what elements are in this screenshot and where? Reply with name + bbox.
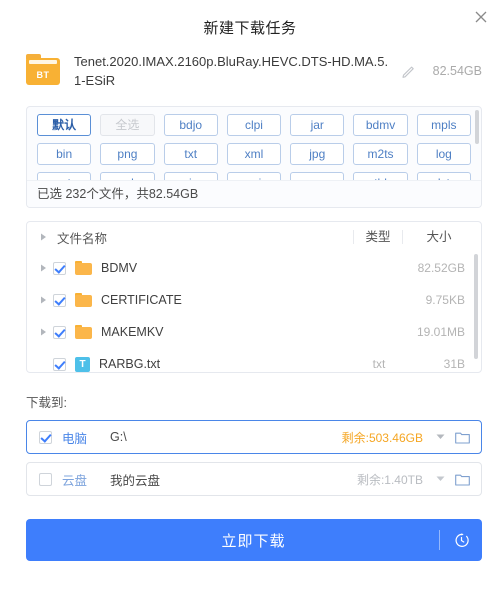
filetype-tags-scrollbar[interactable]: [475, 110, 479, 144]
row-file-name: CERTIFICATE: [101, 293, 182, 307]
filetype-tag-log[interactable]: log: [416, 143, 471, 165]
path-dropdown-button[interactable]: [429, 476, 451, 482]
edit-pencil-button[interactable]: [400, 62, 420, 82]
row-checkbox[interactable]: [53, 357, 66, 371]
row-expand-caret-icon[interactable]: [35, 296, 51, 304]
download-target-cloud[interactable]: 云盘 我的云盘 剩余:1.40TB: [26, 462, 482, 496]
row-file-size: 9.75KB: [425, 293, 465, 307]
column-header-type[interactable]: 类型: [353, 230, 402, 244]
download-path-value: 我的云盘: [110, 473, 161, 488]
filetype-tag-jar[interactable]: jar: [290, 114, 345, 136]
table-row[interactable]: BDMV 82.52GB: [27, 252, 481, 284]
filetype-tag-cci[interactable]: cci: [226, 172, 282, 180]
filetype-tag-crt[interactable]: crt: [37, 172, 92, 180]
table-row[interactable]: T RARBG.txt txt 31B: [27, 348, 481, 372]
filetype-tag-sig[interactable]: sig: [163, 172, 218, 180]
bt-folder-icon: BT: [26, 54, 60, 86]
filetype-tag-jpg[interactable]: jpg: [290, 143, 345, 165]
download-to-label: 下载到:: [26, 396, 67, 410]
download-target-checkbox[interactable]: [39, 472, 52, 486]
filetype-tag-bin[interactable]: bin: [37, 143, 92, 165]
timer-icon: [455, 532, 469, 547]
filetype-tag-m2ts[interactable]: m2ts: [353, 143, 408, 165]
table-row[interactable]: CERTIFICATE 9.75KB: [27, 284, 481, 316]
start-download-label: 立即下载: [221, 532, 286, 550]
filetype-tag-tbl[interactable]: tbl: [353, 172, 408, 180]
chevron-down-icon: [436, 434, 444, 439]
bt-icon-label: BT: [36, 70, 50, 80]
filetype-tags-scroll[interactable]: 默认 全选 bdjo clpi jar bdmv mpls bin png tx…: [27, 107, 481, 180]
task-size: 82.54GB: [432, 64, 482, 78]
chevron-down-icon: [436, 476, 444, 481]
column-header-size[interactable]: 大小: [402, 230, 475, 244]
filetype-tag-row: bin png txt xml jpg m2ts log: [37, 143, 471, 165]
task-name: Tenet.2020.IMAX.2160p.BluRay.HEVC.DTS-HD…: [74, 54, 389, 88]
filetype-tag-default[interactable]: 默认: [37, 114, 92, 136]
filetype-filter-panel: 默认 全选 bdjo clpi jar bdmv mpls bin png tx…: [26, 106, 482, 208]
page-title: 新建下载任务: [203, 20, 297, 37]
filetype-tag-selectall[interactable]: 全选: [100, 114, 155, 136]
download-path-value: G:\: [110, 430, 127, 444]
download-target-kind: 云盘: [62, 473, 88, 488]
download-free-space: 剩余:503.46GB: [341, 430, 423, 445]
download-target-kind: 电脑: [62, 431, 88, 446]
folder-open-icon: [454, 432, 470, 444]
row-checkbox[interactable]: [53, 261, 66, 275]
filetype-tag-cer[interactable]: cer: [290, 172, 345, 180]
folder-open-icon: [454, 474, 470, 486]
txt-file-icon: T: [75, 356, 90, 372]
row-file-name: BDMV: [101, 261, 138, 275]
scheduled-download-button[interactable]: [440, 532, 482, 549]
row-file-name: RARBG.txt: [99, 357, 161, 371]
filetype-tag-png[interactable]: png: [100, 143, 155, 165]
expand-all-caret-icon[interactable]: [35, 233, 51, 241]
filetype-tag-row: crt crl sig cci cer tbl lst: [37, 172, 471, 180]
row-file-size: 82.52GB: [417, 261, 465, 275]
folder-icon: [75, 293, 92, 307]
browse-folder-button[interactable]: [451, 473, 473, 486]
column-header-name[interactable]: 文件名称: [51, 228, 353, 247]
row-checkbox[interactable]: [53, 293, 66, 307]
folder-icon: [75, 325, 92, 339]
filetype-tag-mpls[interactable]: mpls: [416, 114, 471, 136]
download-target-local[interactable]: 电脑 G:\ 剩余:503.46GB: [26, 420, 482, 454]
dialog-titlebar: 新建下载任务: [0, 0, 500, 46]
file-list-scrollbar[interactable]: [474, 254, 478, 359]
start-download-button[interactable]: 立即下载: [26, 519, 482, 561]
file-list-header: 文件名称 类型 大小: [27, 222, 481, 252]
row-file-type: txt: [372, 357, 386, 371]
filetype-tag-txt[interactable]: txt: [163, 143, 218, 165]
download-free-space: 剩余:1.40TB: [356, 472, 423, 487]
pencil-icon: [402, 66, 414, 78]
browse-folder-button[interactable]: [451, 431, 473, 444]
filetype-tag-lst[interactable]: lst: [416, 172, 471, 180]
task-header: BT Tenet.2020.IMAX.2160p.BluRay.HEVC.DTS…: [0, 46, 500, 102]
filetype-tag-bdmv[interactable]: bdmv: [353, 114, 408, 136]
close-icon: [475, 11, 487, 23]
table-row[interactable]: MAKEMKV 19.01MB: [27, 316, 481, 348]
row-file-size: 31B: [443, 357, 465, 371]
filetype-tag-clpi[interactable]: clpi: [226, 114, 282, 136]
filetype-tag-crl[interactable]: crl: [100, 172, 155, 180]
row-file-name: MAKEMKV: [101, 325, 164, 339]
close-button[interactable]: [470, 6, 492, 28]
row-expand-caret-icon[interactable]: [35, 328, 51, 336]
row-expand-caret-icon[interactable]: [35, 264, 51, 272]
filetype-tag-row: 默认 全选 bdjo clpi jar bdmv mpls: [37, 114, 471, 136]
path-dropdown-button[interactable]: [429, 434, 451, 440]
row-checkbox[interactable]: [53, 325, 66, 339]
filetype-tag-xml[interactable]: xml: [226, 143, 282, 165]
row-file-size: 19.01MB: [416, 325, 465, 339]
filetype-tag-bdjo[interactable]: bdjo: [163, 114, 218, 136]
folder-icon: [75, 261, 92, 275]
selection-summary: 已选 232个文件，共82.54GB: [27, 180, 481, 207]
file-list-panel: 文件名称 类型 大小 BDMV 82.52GB CERTIFICATE 9.75…: [26, 221, 482, 373]
download-target-checkbox[interactable]: [39, 430, 52, 444]
